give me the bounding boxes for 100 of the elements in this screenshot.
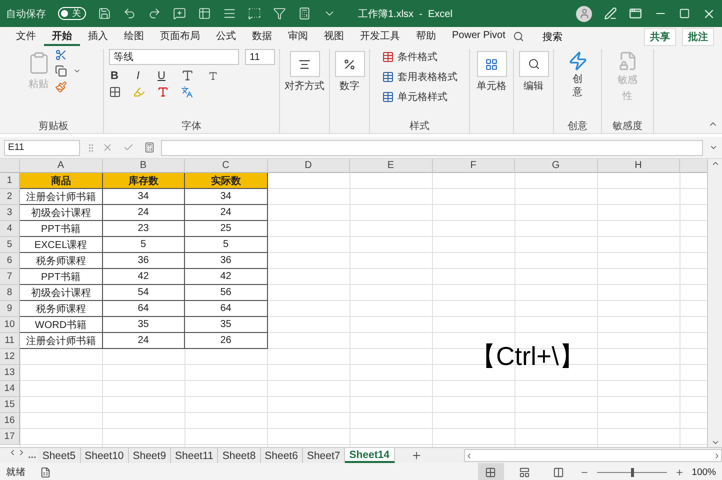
column-header[interactable]: C [185, 159, 268, 173]
row-header[interactable]: 2 [0, 189, 20, 205]
comment-icon[interactable] [173, 7, 186, 20]
borders-icon[interactable] [108, 86, 120, 98]
underline-button[interactable]: U [156, 70, 168, 82]
editing-button[interactable]: 编辑 [518, 49, 548, 95]
maximize-icon[interactable] [679, 8, 690, 19]
row-header[interactable]: 14 [0, 381, 20, 397]
menu-tab[interactable]: 公式 [208, 27, 244, 46]
caret-icon[interactable] [72, 67, 80, 75]
view-button[interactable] [478, 463, 504, 480]
styles-menu-item[interactable]: 单元格样式 [398, 89, 448, 105]
sheet-tab[interactable]: Sheet5 [38, 448, 81, 463]
font-size-field[interactable]: 11 [244, 49, 274, 65]
sheet-tab[interactable]: Sheet7 [302, 448, 346, 463]
row-header[interactable]: 1 [0, 173, 20, 189]
row-header[interactable]: 9 [0, 301, 20, 317]
row-header[interactable]: 3 [0, 205, 20, 221]
row-header[interactable]: 5 [0, 237, 20, 253]
table-icon[interactable] [382, 71, 394, 83]
row-header[interactable]: 16 [0, 413, 20, 429]
column-header[interactable]: A [20, 159, 102, 173]
menu-tab[interactable]: 页面布局 [152, 27, 208, 46]
menu-tab[interactable]: 插入 [80, 27, 116, 46]
table-icon[interactable] [382, 51, 394, 63]
search-icon[interactable] [513, 31, 524, 42]
vertical-scrollbar[interactable] [707, 159, 722, 447]
zoom-slider-thumb[interactable] [630, 468, 634, 477]
page-layout-icon[interactable] [519, 467, 530, 478]
scroll-up-icon[interactable] [710, 159, 720, 168]
pen-icon[interactable] [604, 7, 617, 20]
calculator-icon[interactable] [298, 7, 311, 20]
font-name-field[interactable]: 等线 [108, 49, 238, 65]
menu-tab[interactable]: 开发工具 [352, 27, 408, 46]
horizontal-scrollbar[interactable] [464, 449, 722, 462]
redo-icon[interactable] [148, 7, 161, 20]
sheet-tab[interactable]: Sheet11 [171, 448, 218, 463]
menu-tab[interactable]: 绘图 [116, 27, 152, 46]
table-icon[interactable] [382, 91, 394, 103]
italic-button[interactable]: I [134, 70, 142, 82]
sheet-tab[interactable]: Sheet6 [260, 448, 303, 463]
name-box[interactable]: E11 [4, 140, 80, 156]
lightning-icon[interactable] [568, 51, 588, 71]
column-header[interactable]: G [515, 159, 598, 173]
grow-font-icon[interactable] [181, 69, 194, 82]
menu-tab[interactable]: 审阅 [280, 27, 316, 46]
column-header[interactable]: H [598, 159, 680, 173]
menu-tab[interactable]: Power Pivot [444, 27, 514, 46]
row-header[interactable]: 4 [0, 221, 20, 237]
more-sheets-button[interactable]: ... [26, 448, 38, 463]
column-header[interactable]: E [350, 159, 432, 173]
percent-icon[interactable] [334, 51, 364, 77]
filter-icon[interactable] [273, 7, 286, 20]
scroll-down-icon[interactable] [710, 438, 720, 447]
row-header[interactable]: 12 [0, 349, 20, 365]
speech-bubble-icon[interactable] [248, 7, 261, 20]
column-header[interactable]: F [432, 159, 515, 173]
sheet-tab[interactable]: Sheet14 [345, 448, 394, 463]
sheet-tab[interactable]: Sheet10 [80, 448, 129, 463]
row-header[interactable]: 13 [0, 365, 20, 381]
share-button[interactable]: 共享 [644, 28, 676, 46]
font-color-icon[interactable] [156, 86, 168, 98]
row-header[interactable]: 6 [0, 253, 20, 269]
menu-tab[interactable]: 帮助 [408, 27, 444, 46]
menu-tab[interactable]: 文件 [8, 27, 44, 46]
row-header[interactable]: 8 [0, 285, 20, 301]
sheet-tab[interactable]: Sheet9 [128, 448, 172, 463]
row-header[interactable]: 7 [0, 269, 20, 285]
shrink-font-icon[interactable] [208, 70, 218, 80]
scroll-right-icon[interactable] [713, 452, 721, 460]
cells-button[interactable]: 单元格 [476, 49, 506, 95]
macro-icon[interactable] [40, 467, 51, 478]
copy-icon[interactable] [54, 65, 66, 77]
grid-icon[interactable] [485, 467, 496, 478]
align-center-icon[interactable] [290, 51, 320, 77]
expand-icon[interactable] [709, 143, 718, 152]
autosave-toggle[interactable]: 关 [58, 7, 86, 20]
bold-button[interactable]: B [108, 70, 120, 82]
sheet-tab[interactable]: Sheet8 [218, 448, 261, 463]
save-icon[interactable] [98, 7, 111, 20]
align-icon[interactable] [223, 7, 236, 20]
phonetic-icon[interactable] [180, 86, 192, 98]
alignment-button[interactable]: 对齐方式 [284, 49, 324, 95]
search-button[interactable]: 搜索 [536, 28, 568, 44]
row-header[interactable]: 15 [0, 397, 20, 413]
menu-tab[interactable]: 数据 [244, 27, 280, 46]
comments-button[interactable]: 批注 [682, 28, 714, 46]
undo-icon[interactable] [123, 7, 136, 20]
window-icon[interactable] [629, 7, 642, 20]
number-button[interactable]: 数字 [334, 49, 364, 95]
ideas-button[interactable]: 创意 [568, 49, 588, 101]
row-header[interactable]: 10 [0, 317, 20, 333]
row-header[interactable]: 11 [0, 333, 20, 349]
column-header[interactable]: B [102, 159, 185, 173]
formula-input[interactable] [161, 140, 703, 156]
page-break-icon[interactable] [553, 467, 564, 478]
menu-tab[interactable]: 视图 [316, 27, 352, 46]
styles-menu-item[interactable]: 套用表格格式 [398, 69, 458, 85]
styles-menu-item[interactable]: 条件格式 [398, 49, 438, 65]
user-avatar[interactable] [576, 6, 592, 22]
